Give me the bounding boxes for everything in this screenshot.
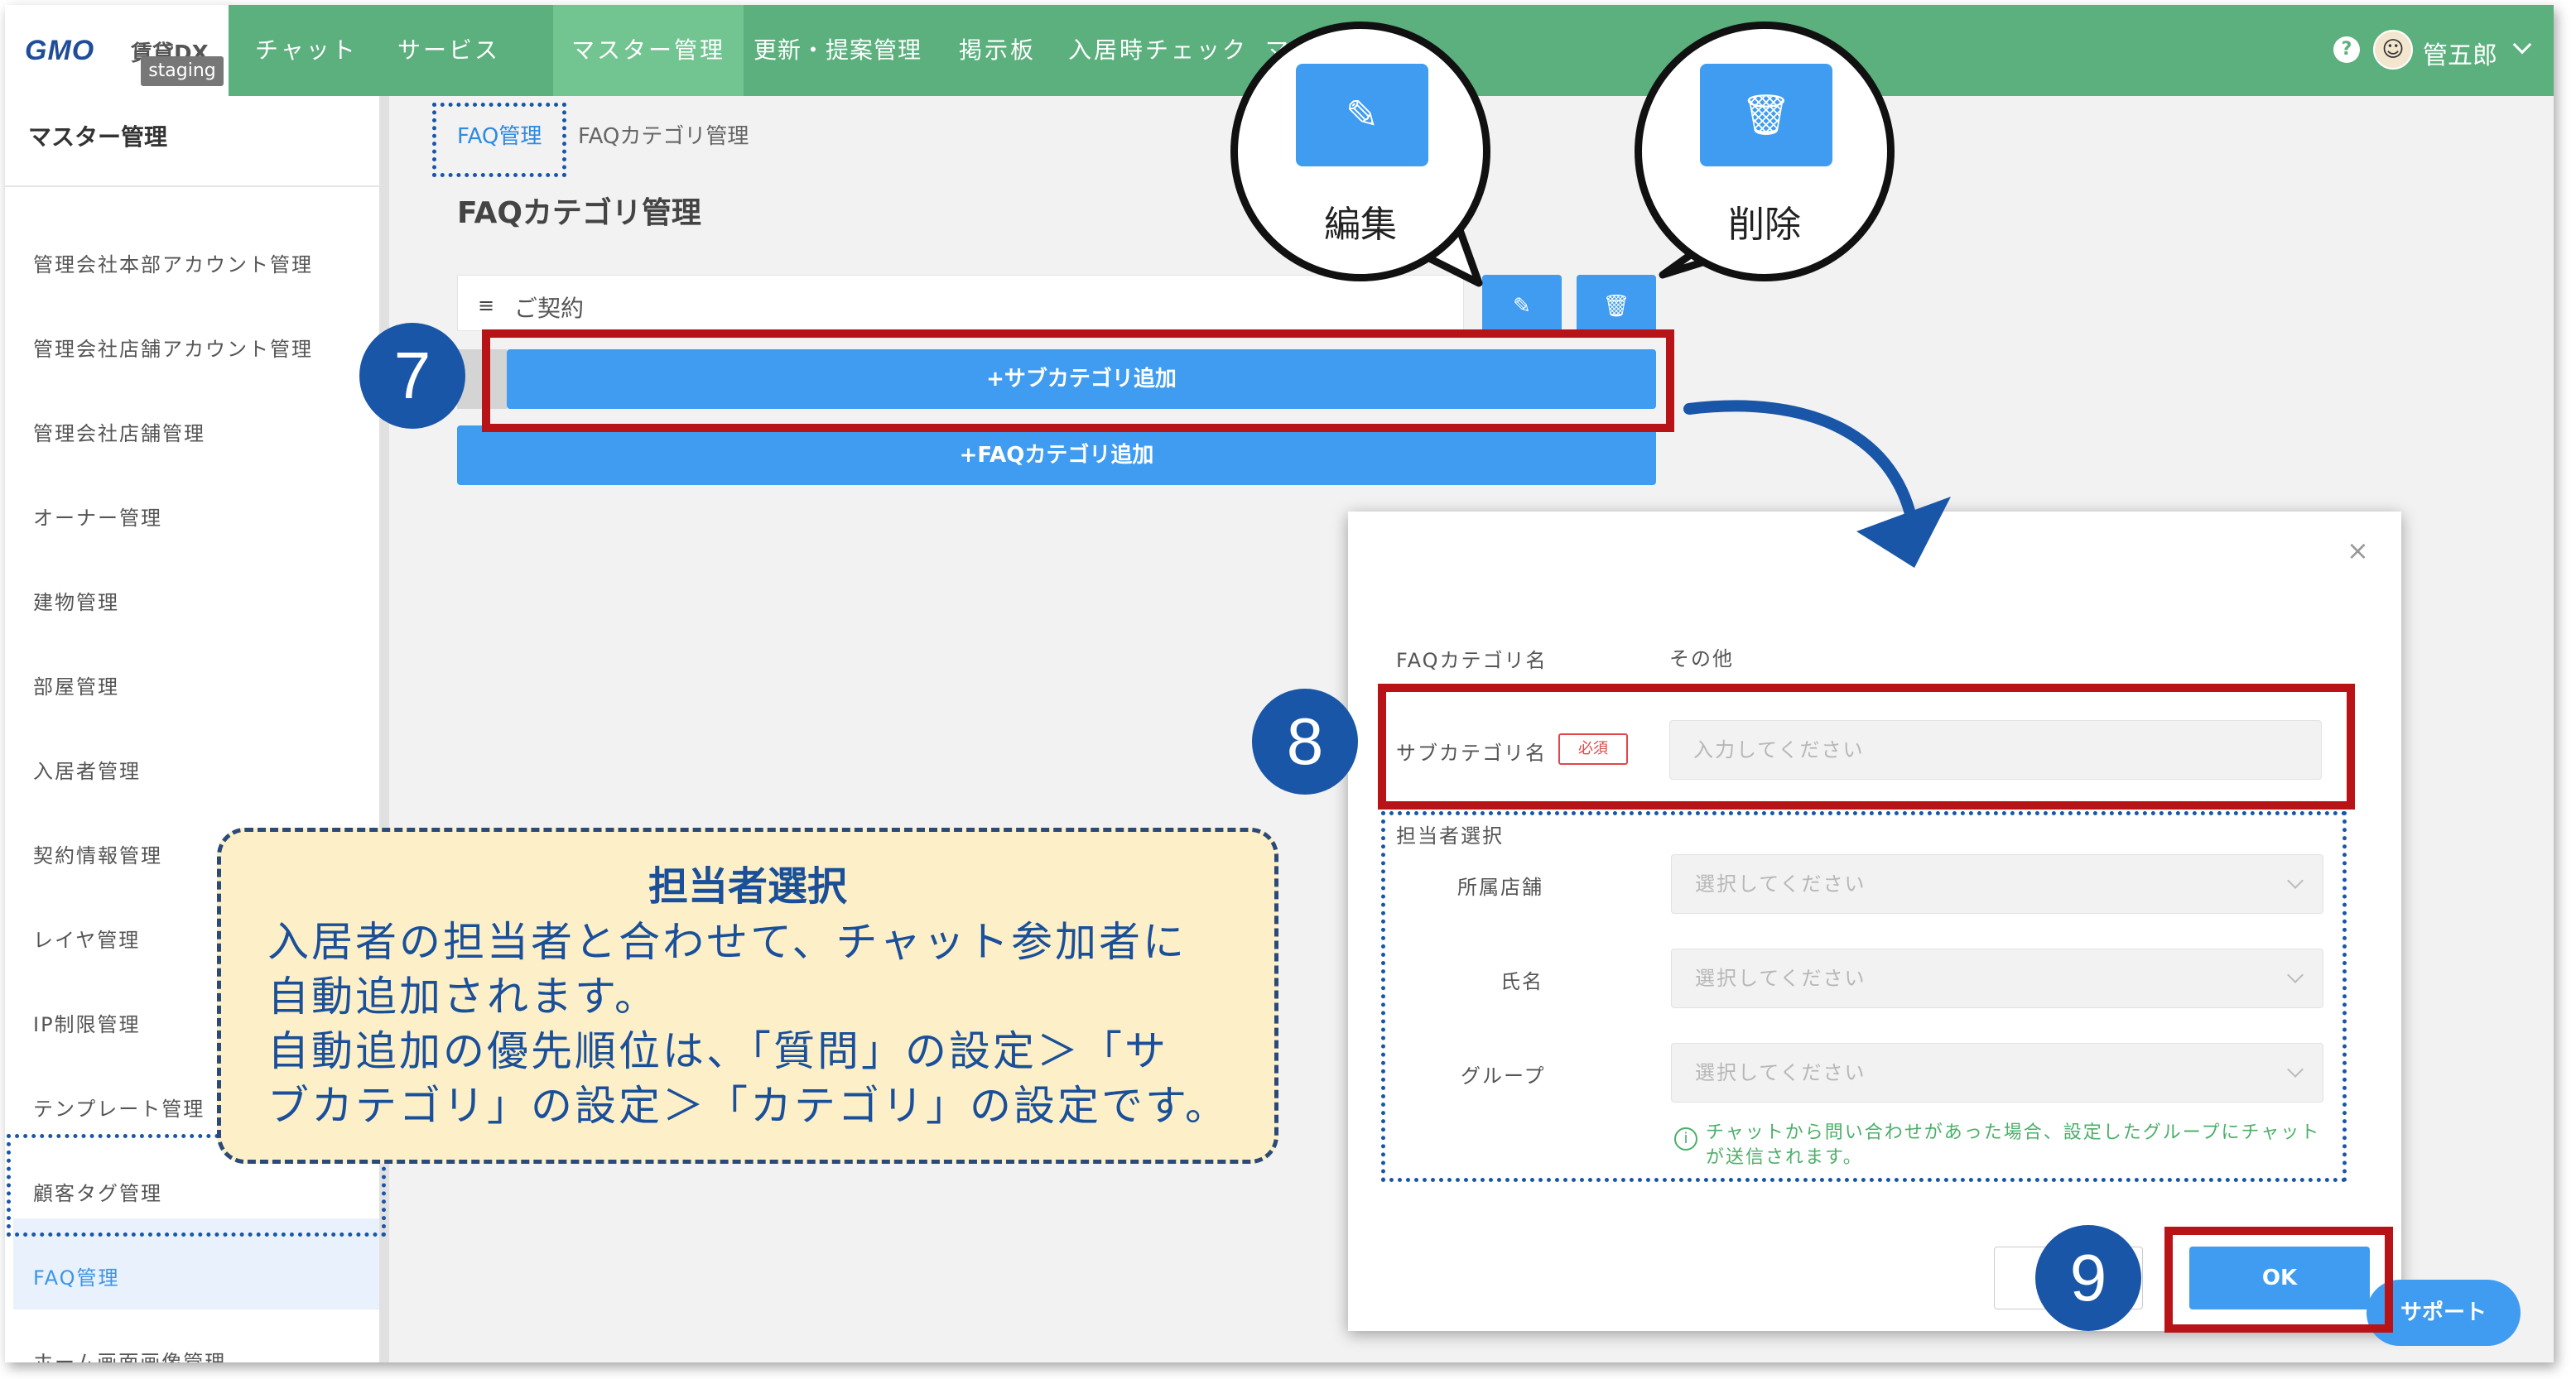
note-line: ブカテゴリ」の設定＞「カテゴリ」の設定です。 xyxy=(267,1082,1229,1130)
assignee-note: 担当者選択 入居者の担当者と合わせて、チャット参加者に 自動追加されます。 自動… xyxy=(217,828,1278,1164)
note-line: 自動追加されます。 xyxy=(267,973,658,1021)
trash-icon: 🗑 xyxy=(1700,64,1832,166)
flow-arrow xyxy=(1683,400,1920,541)
note-line: 自動追加の優先順位は、「質問」の設定＞「サ xyxy=(267,1027,1168,1075)
note-body: 入居者の担当者と合わせて、チャット参加者に 自動追加されます。 自動追加の優先順… xyxy=(267,915,1261,1133)
app-window: GMO 賃貸DX staging チャット サービス マスター管理 更新・提案管… xyxy=(5,5,2554,1362)
pencil-icon: ✎ xyxy=(1296,64,1428,166)
delete-callout: 🗑 削除 xyxy=(1635,22,1895,281)
delete-callout-label: 削除 xyxy=(1728,204,1801,246)
note-title: 担当者選択 xyxy=(648,863,847,910)
edit-callout-label: 編集 xyxy=(1324,204,1397,246)
note-line: 入居者の担当者と合わせて、チャット参加者に xyxy=(267,918,1187,966)
edit-callout: ✎ 編集 xyxy=(1230,22,1490,281)
